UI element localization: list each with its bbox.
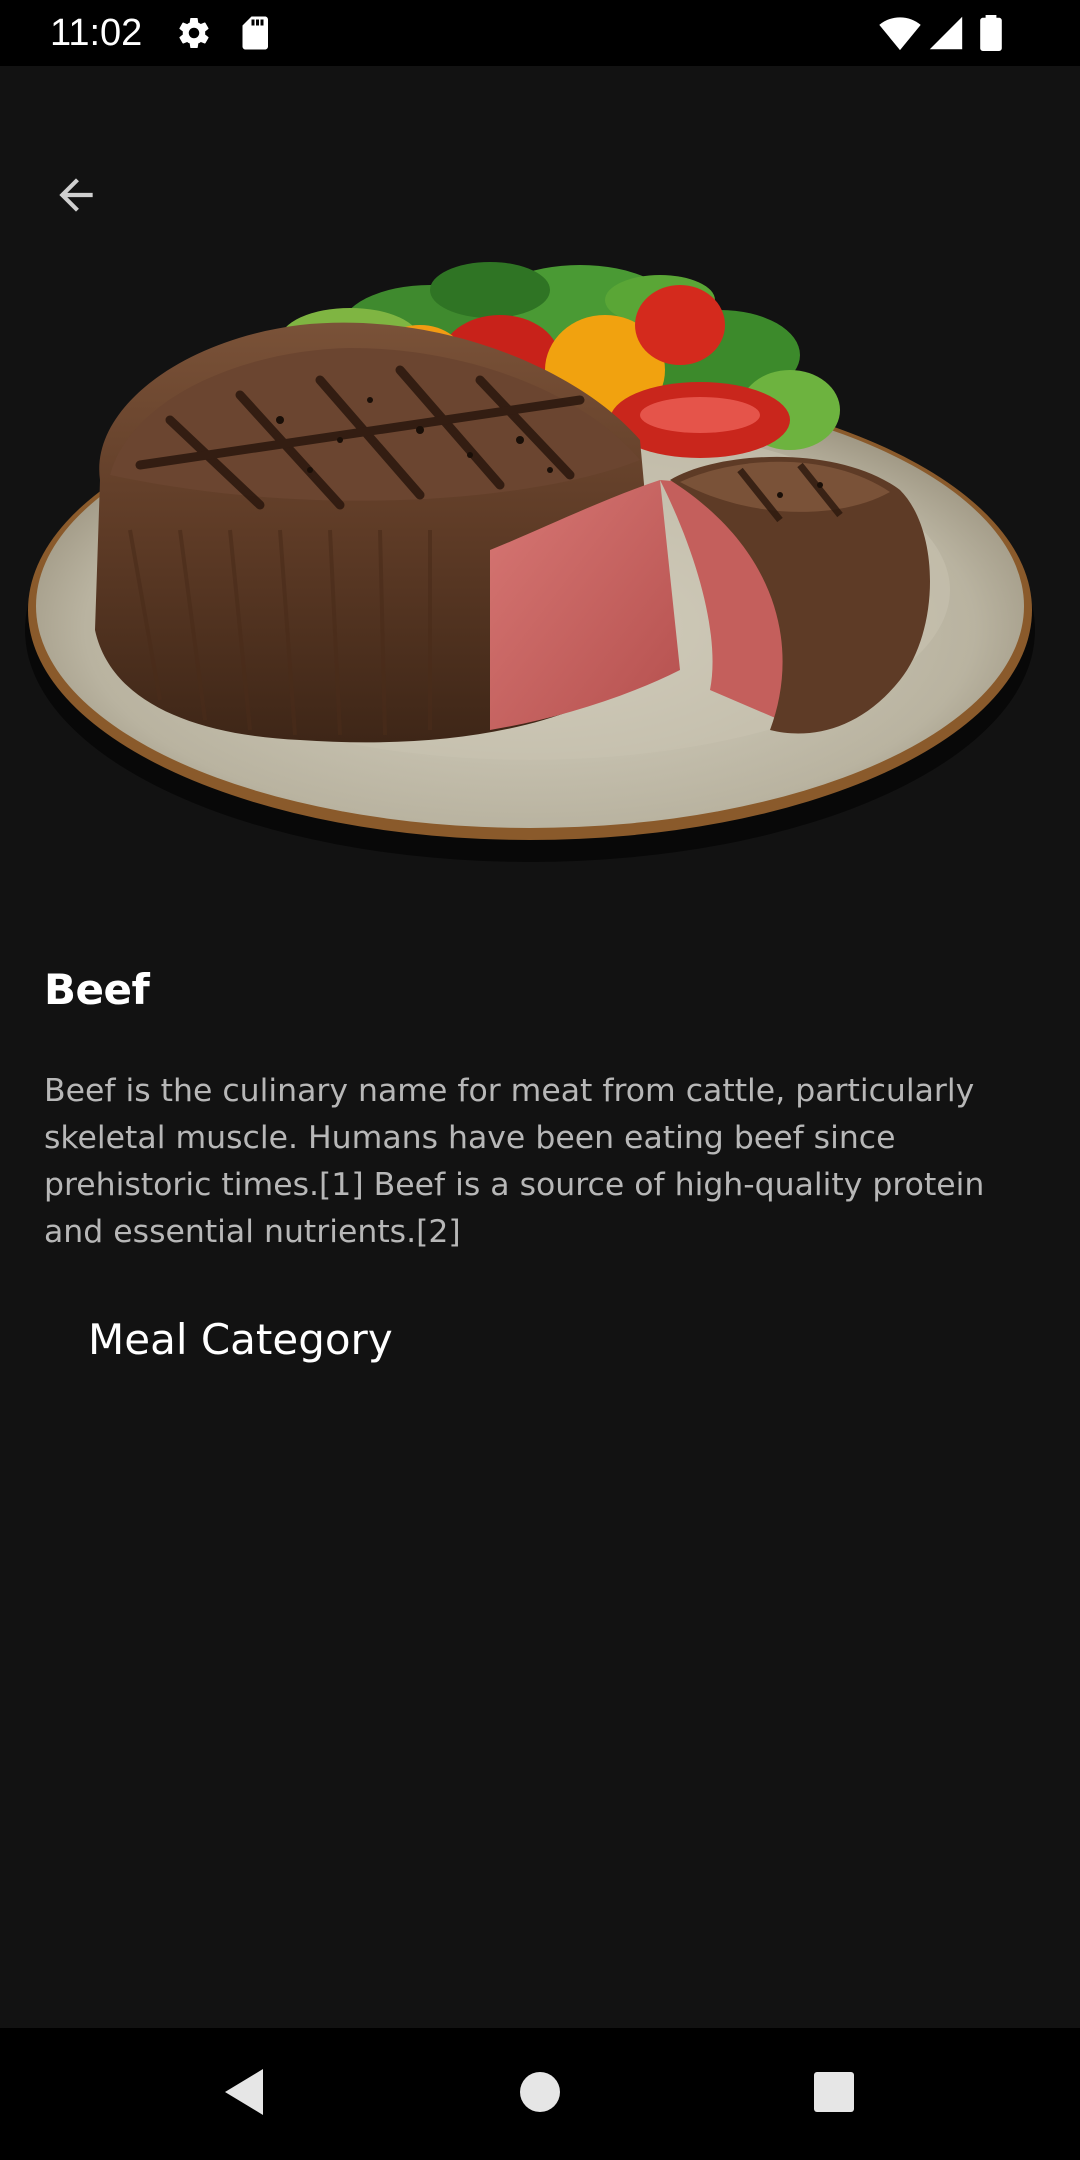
status-time: 11:02 <box>50 12 143 54</box>
hero-image <box>20 230 1040 880</box>
gear-icon <box>176 15 212 51</box>
nav-back-button[interactable] <box>214 2064 274 2124</box>
arrow-left-icon <box>51 170 101 224</box>
category-description: Beef is the culinary name for meat from … <box>44 1073 985 1250</box>
steak-plate-icon <box>25 262 1035 862</box>
status-bar: 11:02 <box>0 0 1080 66</box>
back-button[interactable] <box>36 157 116 237</box>
nav-recents-button[interactable] <box>804 2064 864 2124</box>
nav-back-icon <box>221 2067 267 2121</box>
nav-recents-icon <box>812 2070 856 2118</box>
nav-home-icon <box>518 2070 562 2118</box>
cellular-signal-icon <box>928 15 964 51</box>
page-title: Beef <box>44 965 150 1014</box>
navigation-bar <box>0 2028 1080 2160</box>
nav-home-button[interactable] <box>510 2064 570 2124</box>
battery-icon <box>980 15 1002 51</box>
section-heading: Meal Category <box>88 1315 393 1364</box>
wifi-icon <box>878 15 922 51</box>
sd-card-icon <box>240 15 272 51</box>
